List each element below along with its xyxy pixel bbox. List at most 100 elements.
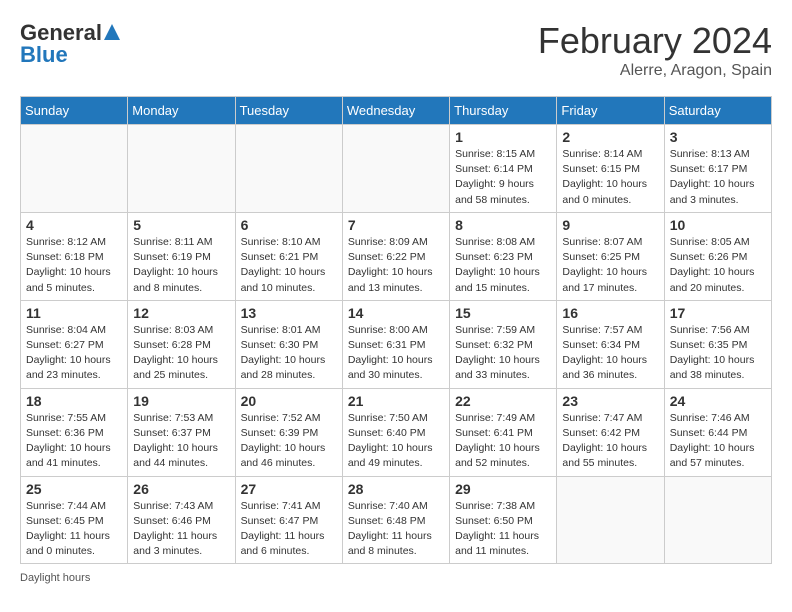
calendar-day-cell: 8 Sunrise: 8:08 AM Sunset: 6:23 PM Daylig… [450,212,557,300]
day-info: Sunrise: 7:38 AM Sunset: 6:50 PM Dayligh… [455,499,551,560]
day-number: 11 [26,305,122,321]
calendar-week-row: 18 Sunrise: 7:55 AM Sunset: 6:36 PM Dayli… [21,388,772,476]
calendar-day-header: Saturday [664,97,771,125]
calendar-day-cell: 1 Sunrise: 8:15 AM Sunset: 6:14 PM Daylig… [450,125,557,213]
day-number: 20 [241,393,337,409]
day-number: 3 [670,129,766,145]
day-info: Sunrise: 7:47 AM Sunset: 6:42 PM Dayligh… [562,411,658,472]
day-number: 1 [455,129,551,145]
calendar-day-cell: 16 Sunrise: 7:57 AM Sunset: 6:34 PM Dayli… [557,300,664,388]
day-info: Sunrise: 7:52 AM Sunset: 6:39 PM Dayligh… [241,411,337,472]
calendar-day-header: Wednesday [342,97,449,125]
calendar-day-cell: 20 Sunrise: 7:52 AM Sunset: 6:39 PM Dayli… [235,388,342,476]
calendar-day-cell: 6Sunrise: 8:10 AM Sunset: 6:21 PM Daylig… [235,212,342,300]
calendar-day-cell [21,125,128,213]
calendar-day-cell: 26 Sunrise: 7:43 AM Sunset: 6:46 PM Dayli… [128,476,235,564]
page-subtitle: Alerre, Aragon, Spain [538,62,772,80]
day-number: 22 [455,393,551,409]
calendar-day-cell: 13 Sunrise: 8:01 AM Sunset: 6:30 PM Dayli… [235,300,342,388]
footer-note: Daylight hours [20,572,772,584]
calendar-day-cell: 14 Sunrise: 8:00 AM Sunset: 6:31 PM Dayli… [342,300,449,388]
day-number: 28 [348,481,444,497]
day-number: 23 [562,393,658,409]
calendar-day-cell: 27 Sunrise: 7:41 AM Sunset: 6:47 PM Dayli… [235,476,342,564]
calendar-day-cell: 12Sunrise: 8:03 AM Sunset: 6:28 PM Dayli… [128,300,235,388]
calendar-day-header: Friday [557,97,664,125]
calendar-day-cell: 18 Sunrise: 7:55 AM Sunset: 6:36 PM Dayli… [21,388,128,476]
logo-arrow-icon [104,24,120,40]
logo-blue: Blue [20,42,68,68]
calendar-day-cell: 11 Sunrise: 8:04 AM Sunset: 6:27 PM Dayli… [21,300,128,388]
day-info: Sunrise: 7:43 AM Sunset: 6:46 PM Dayligh… [133,499,229,560]
calendar-day-cell: 3 Sunrise: 8:13 AM Sunset: 6:17 PM Daylig… [664,125,771,213]
day-info: Sunrise: 7:53 AM Sunset: 6:37 PM Dayligh… [133,411,229,472]
calendar-day-cell: 24 Sunrise: 7:46 AM Sunset: 6:44 PM Dayli… [664,388,771,476]
day-number: 13 [241,305,337,321]
day-number: 24 [670,393,766,409]
day-number: 26 [133,481,229,497]
day-info: Sunrise: 8:10 AM Sunset: 6:21 PM Dayligh… [241,235,337,296]
day-info: Sunrise: 8:05 AM Sunset: 6:26 PM Dayligh… [670,235,766,296]
day-number: 10 [670,217,766,233]
day-number: 18 [26,393,122,409]
calendar-day-cell: 4Sunrise: 8:12 AM Sunset: 6:18 PM Daylig… [21,212,128,300]
day-info: Sunrise: 8:04 AM Sunset: 6:27 PM Dayligh… [26,323,122,384]
day-number: 15 [455,305,551,321]
page-header: General Blue February 2024 Alerre, Arago… [20,20,772,80]
day-info: Sunrise: 7:46 AM Sunset: 6:44 PM Dayligh… [670,411,766,472]
day-number: 5 [133,217,229,233]
logo: General Blue [20,20,120,68]
calendar-day-cell: 15 Sunrise: 7:59 AM Sunset: 6:32 PM Dayli… [450,300,557,388]
calendar-day-cell [557,476,664,564]
day-info: Sunrise: 8:14 AM Sunset: 6:15 PM Dayligh… [562,147,658,208]
day-info: Sunrise: 7:41 AM Sunset: 6:47 PM Dayligh… [241,499,337,560]
day-info: Sunrise: 8:08 AM Sunset: 6:23 PM Dayligh… [455,235,551,296]
calendar-day-cell: 28 Sunrise: 7:40 AM Sunset: 6:48 PM Dayli… [342,476,449,564]
day-number: 29 [455,481,551,497]
calendar-week-row: 11 Sunrise: 8:04 AM Sunset: 6:27 PM Dayli… [21,300,772,388]
day-info: Sunrise: 7:40 AM Sunset: 6:48 PM Dayligh… [348,499,444,560]
calendar-day-cell: 23 Sunrise: 7:47 AM Sunset: 6:42 PM Dayli… [557,388,664,476]
day-info: Sunrise: 7:49 AM Sunset: 6:41 PM Dayligh… [455,411,551,472]
day-number: 27 [241,481,337,497]
day-info: Sunrise: 8:07 AM Sunset: 6:25 PM Dayligh… [562,235,658,296]
calendar-week-row: 25Sunrise: 7:44 AM Sunset: 6:45 PM Dayli… [21,476,772,564]
calendar-day-header: Monday [128,97,235,125]
calendar-day-cell: 22 Sunrise: 7:49 AM Sunset: 6:41 PM Dayli… [450,388,557,476]
title-block: February 2024 Alerre, Aragon, Spain [538,20,772,80]
calendar-day-cell [235,125,342,213]
calendar-day-cell: 10 Sunrise: 8:05 AM Sunset: 6:26 PM Dayli… [664,212,771,300]
calendar-day-cell: 9 Sunrise: 8:07 AM Sunset: 6:25 PM Daylig… [557,212,664,300]
day-info: Sunrise: 8:11 AM Sunset: 6:19 PM Dayligh… [133,235,229,296]
day-info: Sunrise: 8:13 AM Sunset: 6:17 PM Dayligh… [670,147,766,208]
day-number: 8 [455,217,551,233]
day-number: 12 [133,305,229,321]
day-info: Sunrise: 7:55 AM Sunset: 6:36 PM Dayligh… [26,411,122,472]
day-number: 2 [562,129,658,145]
day-info: Sunrise: 8:15 AM Sunset: 6:14 PM Dayligh… [455,147,551,208]
day-info: Sunrise: 7:50 AM Sunset: 6:40 PM Dayligh… [348,411,444,472]
day-info: Sunrise: 7:56 AM Sunset: 6:35 PM Dayligh… [670,323,766,384]
day-info: Sunrise: 8:00 AM Sunset: 6:31 PM Dayligh… [348,323,444,384]
calendar-day-header: Sunday [21,97,128,125]
calendar-day-cell: 19 Sunrise: 7:53 AM Sunset: 6:37 PM Dayli… [128,388,235,476]
page-title: February 2024 [538,20,772,62]
day-number: 16 [562,305,658,321]
day-info: Sunrise: 7:59 AM Sunset: 6:32 PM Dayligh… [455,323,551,384]
calendar-day-cell: 25Sunrise: 7:44 AM Sunset: 6:45 PM Dayli… [21,476,128,564]
day-number: 9 [562,217,658,233]
calendar-day-cell: 2 Sunrise: 8:14 AM Sunset: 6:15 PM Daylig… [557,125,664,213]
day-info: Sunrise: 8:01 AM Sunset: 6:30 PM Dayligh… [241,323,337,384]
day-info: Sunrise: 7:44 AM Sunset: 6:45 PM Dayligh… [26,499,122,560]
calendar-day-cell: 17Sunrise: 7:56 AM Sunset: 6:35 PM Dayli… [664,300,771,388]
day-number: 19 [133,393,229,409]
calendar-table: SundayMondayTuesdayWednesdayThursdayFrid… [20,96,772,564]
calendar-header-row: SundayMondayTuesdayWednesdayThursdayFrid… [21,97,772,125]
calendar-day-header: Tuesday [235,97,342,125]
day-number: 21 [348,393,444,409]
day-info: Sunrise: 7:57 AM Sunset: 6:34 PM Dayligh… [562,323,658,384]
calendar-day-cell [128,125,235,213]
day-number: 14 [348,305,444,321]
calendar-day-cell: 29 Sunrise: 7:38 AM Sunset: 6:50 PM Dayli… [450,476,557,564]
calendar-day-cell: 7Sunrise: 8:09 AM Sunset: 6:22 PM Daylig… [342,212,449,300]
